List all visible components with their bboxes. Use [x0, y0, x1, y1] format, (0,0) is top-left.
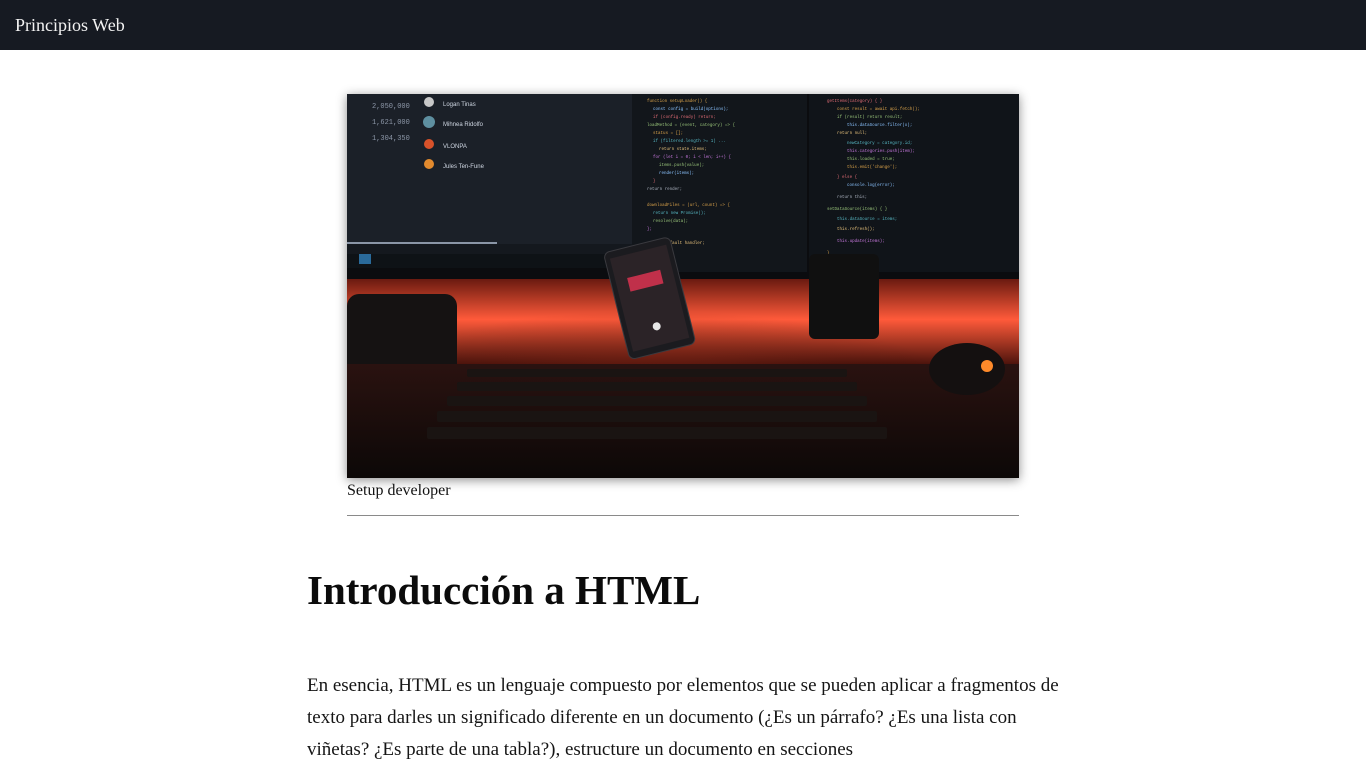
developer-setup-image: 2,050,000 1,621,000 1,304,350 Logan Tina… [347, 94, 1019, 478]
svg-text:this.update(items);: this.update(items); [837, 239, 885, 244]
svg-text:VLONPA: VLONPA [443, 144, 467, 150]
svg-text:return render;: return render; [647, 187, 682, 192]
svg-text:setDataSource(items) { }: setDataSource(items) { } [827, 207, 888, 212]
svg-text:this.emit('change');: this.emit('change'); [847, 165, 897, 170]
svg-text:} else {: } else { [837, 175, 858, 180]
svg-text:items.push(value);: items.push(value); [659, 163, 704, 168]
svg-text:function setupLoader() {: function setupLoader() { [647, 99, 708, 104]
svg-text:this.categories.push(item);: this.categories.push(item); [847, 149, 915, 154]
section-divider [347, 515, 1019, 516]
svg-text:Mihnea Ridolfo: Mihnea Ridolfo [443, 122, 484, 128]
svg-text:const result = await api.fetch: const result = await api.fetch(); [837, 107, 920, 112]
intro-paragraph: En esencia, HTML es un lenguaje compuest… [307, 675, 1059, 760]
svg-text:downloadFiles = (url, count) =: downloadFiles = (url, count) => { [647, 203, 730, 208]
svg-text:this.refresh();: this.refresh(); [837, 227, 875, 232]
page-title: Introducción a HTML [307, 567, 701, 613]
svg-text:status = [];: status = []; [653, 131, 683, 136]
svg-text:return state.items;: return state.items; [659, 147, 707, 152]
svg-text:1,621,000: 1,621,000 [372, 119, 410, 127]
svg-text:if (result) return result;: if (result) return result; [837, 115, 902, 120]
svg-text:2,050,000: 2,050,000 [372, 103, 410, 111]
svg-text:this.loaded = true;: this.loaded = true; [847, 157, 895, 162]
svg-text:if (filtered.length >= 1) ...: if (filtered.length >= 1) ... [653, 139, 726, 144]
svg-text:return this;: return this; [837, 195, 867, 200]
svg-text:if (config.ready) return;: if (config.ready) return; [653, 115, 716, 120]
hero-figure: 2,050,000 1,621,000 1,304,350 Logan Tina… [347, 94, 1019, 500]
top-navbar: Principios Web [0, 0, 1366, 50]
brand-link[interactable]: Principios Web [15, 16, 125, 34]
svg-text:const config = build(options);: const config = build(options); [653, 107, 728, 112]
svg-text:Jules Ten-Fune: Jules Ten-Fune [443, 164, 485, 170]
svg-text:newCategory = category.id;: newCategory = category.id; [847, 141, 912, 146]
svg-text:};: }; [647, 227, 652, 232]
svg-text:console.log(error);: console.log(error); [847, 183, 895, 188]
svg-text:this.dataSource.filter(x);: this.dataSource.filter(x); [847, 123, 912, 128]
svg-text:getItems(category) { }: getItems(category) { } [827, 99, 883, 104]
svg-text:resolve(data);: resolve(data); [653, 219, 688, 224]
svg-text:render(items);: render(items); [659, 171, 694, 176]
svg-text:loadMethod = (event, category): loadMethod = (event, category) => { [647, 123, 735, 128]
svg-text:return new Promise();: return new Promise(); [653, 211, 706, 216]
article: Introducción a HTML En esencia, HTML es … [307, 566, 1059, 766]
figure-caption: Setup developer [347, 482, 451, 499]
svg-text:for (let i = 0; i < len; i++): for (let i = 0; i < len; i++) { [653, 155, 731, 160]
svg-text:return null;: return null; [837, 131, 867, 136]
svg-text:1,304,350: 1,304,350 [372, 135, 410, 143]
svg-text:this.dataSource = items;: this.dataSource = items; [837, 217, 897, 222]
svg-text:Logan Tinas: Logan Tinas [443, 102, 476, 108]
